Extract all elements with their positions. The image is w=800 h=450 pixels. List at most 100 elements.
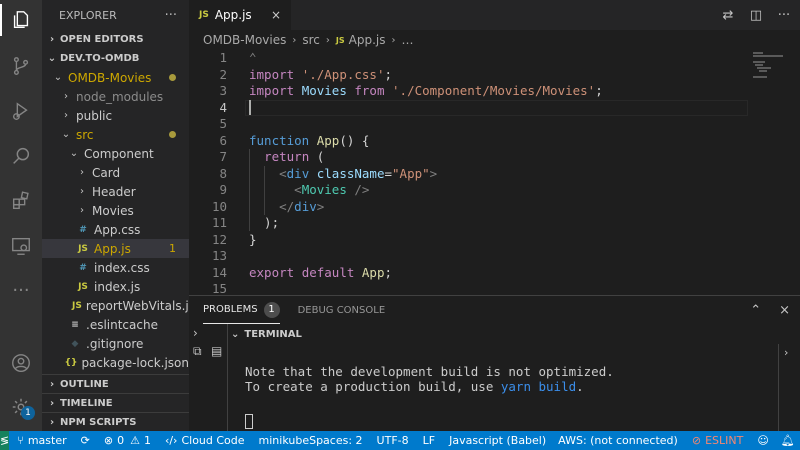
remote-explorer-icon[interactable] — [0, 226, 42, 266]
manage-gear-icon[interactable] — [0, 387, 42, 427]
branch-indicator[interactable]: ⑂ master — [17, 431, 66, 450]
tree-item[interactable]: JS App.js 1 — [42, 239, 189, 258]
terminal-command: yarn build — [500, 379, 577, 394]
code-line: 1 ⌃ — [189, 50, 749, 67]
tree-item[interactable]: ⌄ OMDB-Movies — [42, 68, 189, 87]
tree-item[interactable]: › Movies — [42, 201, 189, 220]
clipboard-icon[interactable]: ▤ — [211, 344, 222, 358]
tree-item[interactable]: JS index.js — [42, 277, 189, 296]
tree-item[interactable]: › Card — [42, 163, 189, 182]
problems-indicator[interactable]: ⊗ 0 ⚠ 1 — [104, 431, 151, 450]
close-icon[interactable]: × — [271, 8, 281, 22]
tree-item[interactable]: › public — [42, 106, 189, 125]
outline-section[interactable]: › OUTLINE — [42, 374, 189, 394]
tab-bar: JS App.js × ⇄ ◫ ··· — [189, 0, 800, 30]
tree-item[interactable]: › node_modules — [42, 87, 189, 106]
line-number: 11 — [211, 215, 227, 230]
sync-icon[interactable]: ⟳ — [81, 431, 90, 450]
workspace-section[interactable]: ⌄ DEV.TO-OMDB — [42, 49, 189, 68]
line-number: 9 — [219, 182, 227, 197]
more-actions-icon[interactable]: ··· — [776, 8, 792, 23]
cloud-code-indicator[interactable]: ‹/› Cloud Code — [165, 431, 245, 450]
chevron-right-icon: › — [49, 379, 55, 390]
search-icon[interactable] — [0, 136, 42, 176]
line-number: 1 — [219, 50, 227, 65]
tree-item-label: reportWebVitals.js — [85, 298, 189, 313]
indentation-indicator[interactable]: Spaces: 2 — [309, 431, 362, 450]
tree-item[interactable]: # index.css — [42, 258, 189, 277]
run-debug-icon[interactable] — [0, 91, 42, 131]
line-number: 6 — [219, 132, 227, 148]
chevron-right-icon[interactable]: › — [784, 346, 788, 359]
code-line: 5 — [189, 116, 749, 133]
line-number: 2 — [219, 66, 227, 82]
encoding-indicator[interactable]: UTF-8 — [377, 431, 409, 450]
feedback-icon[interactable]: ☺ — [757, 431, 768, 450]
breadcrumb-item[interactable]: … — [402, 33, 414, 47]
npm-scripts-section[interactable]: › NPM SCRIPTS — [42, 412, 189, 431]
files-icon[interactable] — [0, 0, 42, 40]
code-editor[interactable]: 1 ⌃ 2 import './App.css'; 3 import Movies fro… — [189, 50, 749, 296]
editor-area: JS App.js × ⇄ ◫ ··· OMDB-Movies › src › … — [189, 0, 800, 296]
outline-label: OUTLINE — [60, 379, 109, 390]
aws-indicator[interactable]: AWS: (not connected) — [558, 431, 678, 450]
code-line: 14 export default App; — [189, 265, 749, 282]
copy-icon[interactable]: ⧉ — [193, 344, 202, 359]
tree-item[interactable]: ≡ .eslintcache — [42, 315, 189, 334]
file-type-icon: {} — [64, 357, 78, 368]
chevron-right-icon: › — [49, 34, 55, 45]
notifications-icon[interactable]: 🔔︎ — [781, 431, 795, 450]
error-icon: ⊗ — [103, 434, 114, 447]
tree-item[interactable]: ⌄ src — [42, 125, 189, 144]
line-number: 3 — [219, 83, 227, 98]
breadcrumb-item[interactable]: App.js — [349, 33, 386, 47]
tree-item[interactable]: {} package-lock.json — [42, 353, 189, 372]
source-control-icon[interactable] — [0, 46, 42, 86]
account-icon[interactable] — [0, 343, 42, 383]
tab-problems[interactable]: PROBLEMS 1 — [203, 296, 280, 324]
tab-debug-console[interactable]: DEBUG CONSOLE — [298, 296, 386, 324]
minikube-indicator[interactable]: minikube — [259, 431, 310, 450]
minimap[interactable] — [751, 50, 800, 295]
terminal-header[interactable]: ⌄ TERMINAL — [227, 324, 800, 344]
tab-app-js[interactable]: JS App.js × — [189, 0, 291, 30]
breadcrumb-item[interactable]: src — [302, 33, 320, 47]
explorer-more-icon[interactable]: ··· — [165, 8, 177, 23]
explorer-sidebar: EXPLORER ··· › OPEN EDITORS ⌄ DEV.TO-OMD… — [42, 0, 189, 431]
tree-item[interactable]: JS reportWebVitals.js — [42, 296, 189, 315]
tree-item-label: index.css — [94, 260, 150, 275]
tree-item[interactable]: ⌄ Component — [42, 144, 189, 163]
split-editor-icon[interactable]: ◫ — [748, 8, 764, 23]
breadcrumb-item[interactable]: OMDB-Movies — [203, 33, 286, 47]
open-changes-icon[interactable]: ⇄ — [720, 8, 736, 23]
file-type-icon: # — [79, 262, 87, 273]
timeline-section[interactable]: › TIMELINE — [42, 393, 189, 413]
tree-item[interactable]: › Header — [42, 182, 189, 201]
eol-indicator[interactable]: LF — [423, 431, 435, 450]
chevron-up-icon[interactable]: ⌃ — [750, 303, 761, 318]
eslint-icon: ⊘ — [691, 434, 702, 447]
js-file-icon: JS — [199, 10, 209, 20]
chevron-right-icon: › — [49, 417, 55, 428]
remote-indicator[interactable]: ≶ — [0, 431, 10, 450]
tree-item-label: .eslintcache — [86, 317, 158, 332]
eslint-indicator[interactable]: ⊘ ESLINT — [692, 431, 743, 450]
cloud-code-label: Cloud Code — [181, 434, 245, 447]
modified-dot — [169, 131, 176, 138]
more-icon[interactable]: ··· — [0, 270, 42, 310]
file-tree: ⌄ OMDB-Movies › node_modules › public ⌄ src ⌄ Com… — [42, 68, 189, 372]
chevron-right-icon: › — [64, 110, 68, 121]
language-indicator[interactable]: Javascript (Babel) — [449, 431, 546, 450]
tree-item[interactable]: ◆ .gitignore — [42, 334, 189, 353]
bottom-panel: PROBLEMS 1 DEBUG CONSOLE ⌃ × › ⧉ ▤ ⌄ TER… — [189, 295, 800, 432]
line-number: 10 — [211, 198, 227, 214]
extensions-icon[interactable] — [0, 181, 42, 221]
open-editors-label: OPEN EDITORS — [60, 34, 144, 45]
open-editors-section[interactable]: › OPEN EDITORS — [42, 30, 189, 49]
terminal-output[interactable]: Note that the development build is not o… — [227, 344, 800, 432]
chevron-right-icon[interactable]: › — [193, 326, 198, 340]
eslint-label: ESLINT — [705, 434, 744, 447]
tree-item[interactable]: # App.css — [42, 220, 189, 239]
terminal-line: To create a production build, use yarn b… — [245, 379, 584, 394]
close-icon[interactable]: × — [779, 303, 790, 318]
